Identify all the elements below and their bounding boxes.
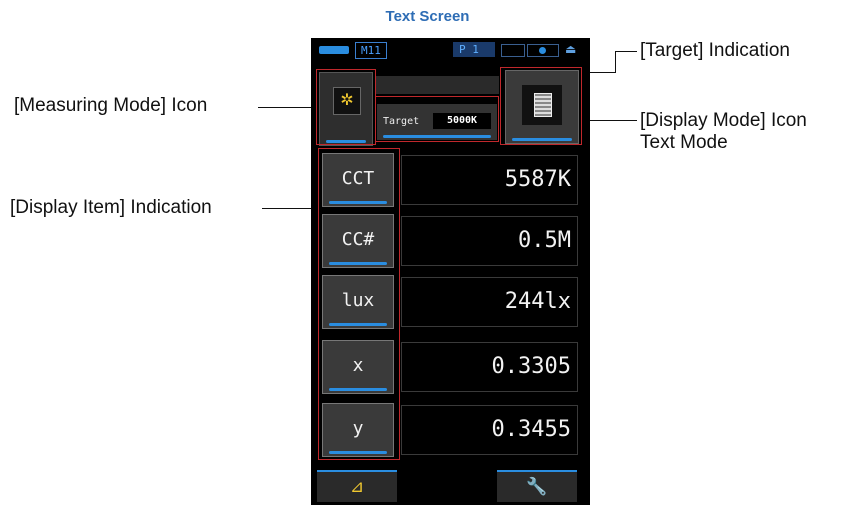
row-label: y — [352, 418, 364, 439]
target-value: 5000K — [433, 113, 491, 129]
callout-display-item: [Display Item] Indication — [10, 197, 212, 218]
battery-icon — [319, 46, 349, 54]
display-value-x: 0.3305 — [401, 342, 578, 392]
display-item-y-button[interactable]: y — [322, 403, 394, 457]
sun-icon: ✲ — [333, 87, 361, 115]
wrench-icon: 🔧 — [526, 477, 548, 496]
row-value: 0.3305 — [491, 354, 571, 379]
callout-display-mode-line2: Text Mode — [640, 132, 728, 153]
display-mode-button[interactable] — [505, 70, 579, 144]
row-label: x — [352, 355, 364, 376]
meter-screen: M11 P 1 ⏏ ✲ Target 5000K CCT 5587K CC# 0… — [311, 38, 590, 505]
row-label: CC# — [341, 229, 375, 250]
leader-target-h — [615, 51, 637, 53]
delta-button[interactable]: ⊿ — [317, 470, 397, 502]
page-indicator: P 1 — [453, 42, 495, 57]
status-box-icon — [501, 44, 525, 57]
callout-target: [Target] Indication — [640, 40, 790, 61]
row-value: 0.3455 — [491, 417, 571, 442]
row-value: 0.5M — [518, 228, 571, 253]
memory-indicator: M11 — [355, 42, 387, 59]
row-label: CCT — [341, 168, 375, 189]
row-label: lux — [341, 290, 375, 311]
target-label: Target — [383, 116, 420, 127]
row-value: 5587K — [504, 167, 571, 192]
display-item-cct-button[interactable]: CCT — [322, 153, 394, 207]
delta-icon: ⊿ — [349, 477, 365, 496]
display-value-y: 0.3455 — [401, 405, 578, 455]
diagram-title: Text Screen — [385, 8, 470, 25]
leader-target-v — [615, 51, 617, 72]
measuring-mode-button[interactable]: ✲ — [319, 72, 373, 146]
callout-display-mode-line1: [Display Mode] Icon — [640, 110, 807, 131]
callout-measuring-mode: [Measuring Mode] Icon — [14, 95, 208, 116]
display-value-cc: 0.5M — [401, 216, 578, 266]
lock-icon: ⏏ — [565, 42, 577, 56]
text-mode-icon — [522, 85, 562, 125]
target-indication[interactable]: Target 5000K — [377, 104, 497, 140]
display-item-x-button[interactable]: x — [322, 340, 394, 394]
row-value: 244lx — [504, 289, 571, 314]
display-item-lux-button[interactable]: lux — [322, 275, 394, 329]
display-item-cc-button[interactable]: CC# — [322, 214, 394, 268]
display-value-cct: 5587K — [401, 155, 578, 205]
settings-button[interactable]: 🔧 — [497, 470, 577, 502]
blank-status-area — [375, 76, 499, 94]
leader-measuring-mode — [258, 107, 318, 109]
callout-display-mode: [Display Mode] Icon Text Mode — [640, 110, 807, 154]
display-value-lux: 244lx — [401, 277, 578, 327]
status-bar: M11 P 1 ⏏ — [311, 38, 590, 62]
sync-icon — [527, 44, 559, 57]
